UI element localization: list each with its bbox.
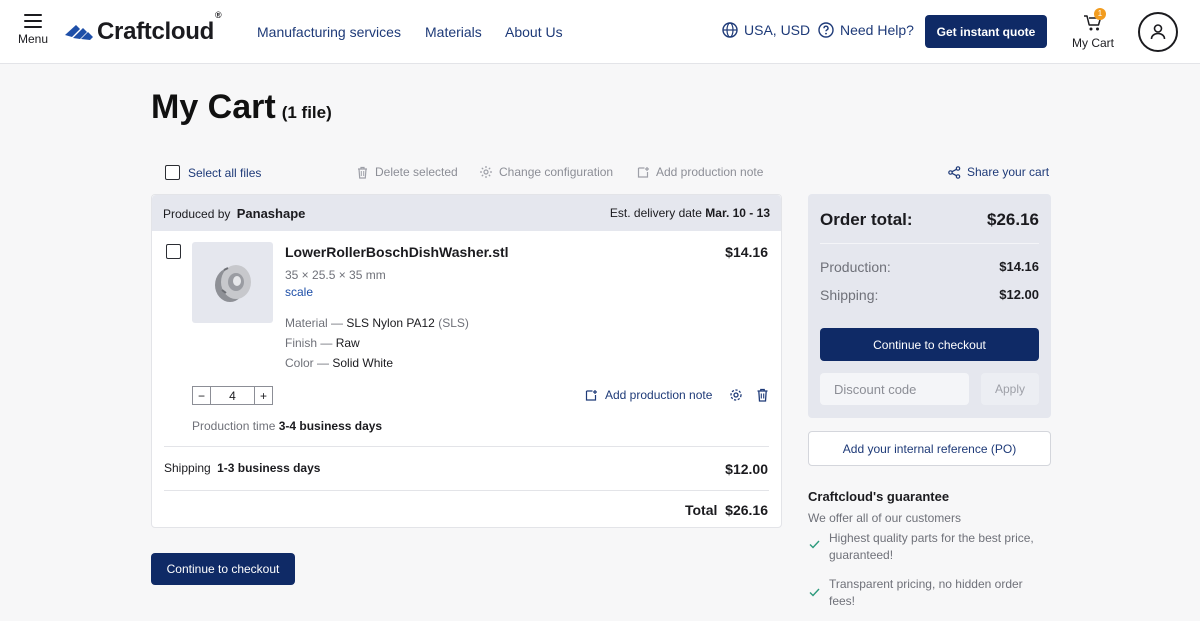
item-checkbox[interactable] xyxy=(166,244,181,259)
menu-label: Menu xyxy=(17,32,49,46)
file-count: (1 file) xyxy=(281,103,332,122)
shipping-time: Shipping 1-3 business days xyxy=(164,461,321,475)
panel-checkout-button[interactable]: Continue to checkout xyxy=(820,328,1039,361)
help-link[interactable]: Need Help? xyxy=(818,22,914,38)
guarantee-subtitle: We offer all of our customers xyxy=(808,511,961,525)
top-header: Menu Craftcloud® Manufacturing services … xyxy=(0,0,1200,64)
quantity-stepper: − 4 + xyxy=(192,386,273,405)
divider xyxy=(164,490,769,491)
user-icon xyxy=(1150,24,1166,40)
production-value: $14.16 xyxy=(999,259,1039,274)
scale-link[interactable]: scale xyxy=(285,285,313,299)
logo-mark-icon xyxy=(65,25,93,40)
item-material: Material — SLS Nylon PA12 (SLS) xyxy=(285,316,469,330)
item-filename[interactable]: LowerRollerBoschDishWasher.stl xyxy=(285,244,509,260)
add-production-note-toolbar-button[interactable]: Add production note xyxy=(637,165,763,179)
note-icon xyxy=(637,166,649,178)
my-cart-button[interactable]: 1 My Cart xyxy=(1068,8,1118,52)
help-circle-icon xyxy=(818,22,834,38)
menu-button[interactable]: Menu xyxy=(14,12,52,52)
shipping-price: $12.00 xyxy=(725,461,768,477)
vendor-cart-card: Produced by Panashape Est. delivery date… xyxy=(151,194,782,528)
cart-label: My Cart xyxy=(1072,36,1114,50)
add-po-reference-button[interactable]: Add your internal reference (PO) xyxy=(808,431,1051,466)
region-selector[interactable]: USA, USD xyxy=(722,22,810,38)
delivery-dates: Mar. 10 - 13 xyxy=(705,206,770,220)
delete-selected-label: Delete selected xyxy=(375,165,458,179)
order-total-value: $26.16 xyxy=(987,210,1039,229)
share-icon xyxy=(948,165,961,179)
craftcloud-logo[interactable]: Craftcloud® xyxy=(64,10,222,47)
check-icon xyxy=(809,588,820,597)
delivery-estimate: Est. delivery date Mar. 10 - 13 xyxy=(609,206,770,220)
produced-by: Produced by Panashape xyxy=(163,206,306,221)
change-configuration-label: Change configuration xyxy=(499,165,614,179)
model-thumbnail[interactable] xyxy=(192,242,273,323)
account-button[interactable] xyxy=(1138,12,1178,52)
change-configuration-button[interactable]: Change configuration xyxy=(479,165,613,179)
production-label: Production: xyxy=(820,259,891,275)
production-time: Production time 3-4 business days xyxy=(192,419,383,433)
roller-model-icon xyxy=(214,264,251,302)
share-cart-label: Share your cart xyxy=(967,165,1050,179)
configure-gear-icon[interactable] xyxy=(729,388,743,402)
nav-manufacturing-services[interactable]: Manufacturing services xyxy=(257,24,401,40)
item-price: $14.16 xyxy=(725,244,768,260)
discount-code-input[interactable] xyxy=(820,373,969,405)
divider xyxy=(820,243,1039,244)
cart-total: Total $26.16 xyxy=(684,502,768,518)
trash-icon xyxy=(358,166,367,179)
guarantee-item-text: Highest quality parts for the best price… xyxy=(829,531,1034,562)
note-icon xyxy=(585,389,597,401)
nav-about-us[interactable]: About Us xyxy=(505,24,563,40)
item-finish: Finish — Raw xyxy=(285,336,360,350)
cart-count-badge: 1 xyxy=(1094,8,1106,20)
globe-icon xyxy=(722,22,738,38)
logo-text: Craftcloud® xyxy=(97,10,222,45)
help-label: Need Help? xyxy=(840,22,914,38)
gear-icon xyxy=(480,166,492,178)
decrease-quantity-button[interactable]: − xyxy=(193,387,211,404)
select-all-checkbox[interactable] xyxy=(165,165,180,180)
guarantee-item-text: Transparent pricing, no hidden order fee… xyxy=(829,577,1023,608)
apply-discount-button[interactable]: Apply xyxy=(981,373,1039,405)
order-summary-panel: Order total: $26.16 Production: $14.16 S… xyxy=(808,194,1051,418)
increase-quantity-button[interactable]: + xyxy=(254,387,272,404)
check-icon xyxy=(809,540,820,549)
select-all-files[interactable]: Select all files xyxy=(165,165,261,180)
share-cart-button[interactable]: Share your cart xyxy=(948,165,1049,179)
shipping-label: Shipping: xyxy=(820,287,879,303)
shipping-value: $12.00 xyxy=(999,287,1039,302)
delete-item-trash-icon[interactable] xyxy=(756,388,769,402)
add-note-label: Add production note xyxy=(605,388,713,402)
divider xyxy=(164,446,769,447)
continue-to-checkout-button[interactable]: Continue to checkout xyxy=(151,553,295,585)
vendor-header: Produced by Panashape Est. delivery date… xyxy=(152,195,781,231)
guarantee-item: Highest quality parts for the best price… xyxy=(808,530,1051,564)
guarantee-title: Craftcloud's guarantee xyxy=(808,489,950,504)
add-production-note-label: Add production note xyxy=(656,165,764,179)
item-dimensions: 35 × 25.5 × 35 mm xyxy=(285,268,386,282)
delete-selected-button[interactable]: Delete selected xyxy=(356,165,458,179)
guarantee-item: Transparent pricing, no hidden order fee… xyxy=(808,576,1051,610)
get-instant-quote-button[interactable]: Get instant quote xyxy=(925,15,1047,48)
hamburger-icon xyxy=(24,14,42,28)
add-production-note-button[interactable]: Add production note xyxy=(585,388,712,402)
quantity-input[interactable]: 4 xyxy=(211,387,254,404)
item-color: Color — Solid White xyxy=(285,356,394,370)
region-label: USA, USD xyxy=(744,22,811,38)
page-title: My Cart (1 file) xyxy=(151,88,332,126)
select-all-label: Select all files xyxy=(188,165,262,180)
order-total-label: Order total: xyxy=(820,210,913,229)
nav-materials[interactable]: Materials xyxy=(425,24,482,40)
vendor-name: Panashape xyxy=(236,206,306,221)
